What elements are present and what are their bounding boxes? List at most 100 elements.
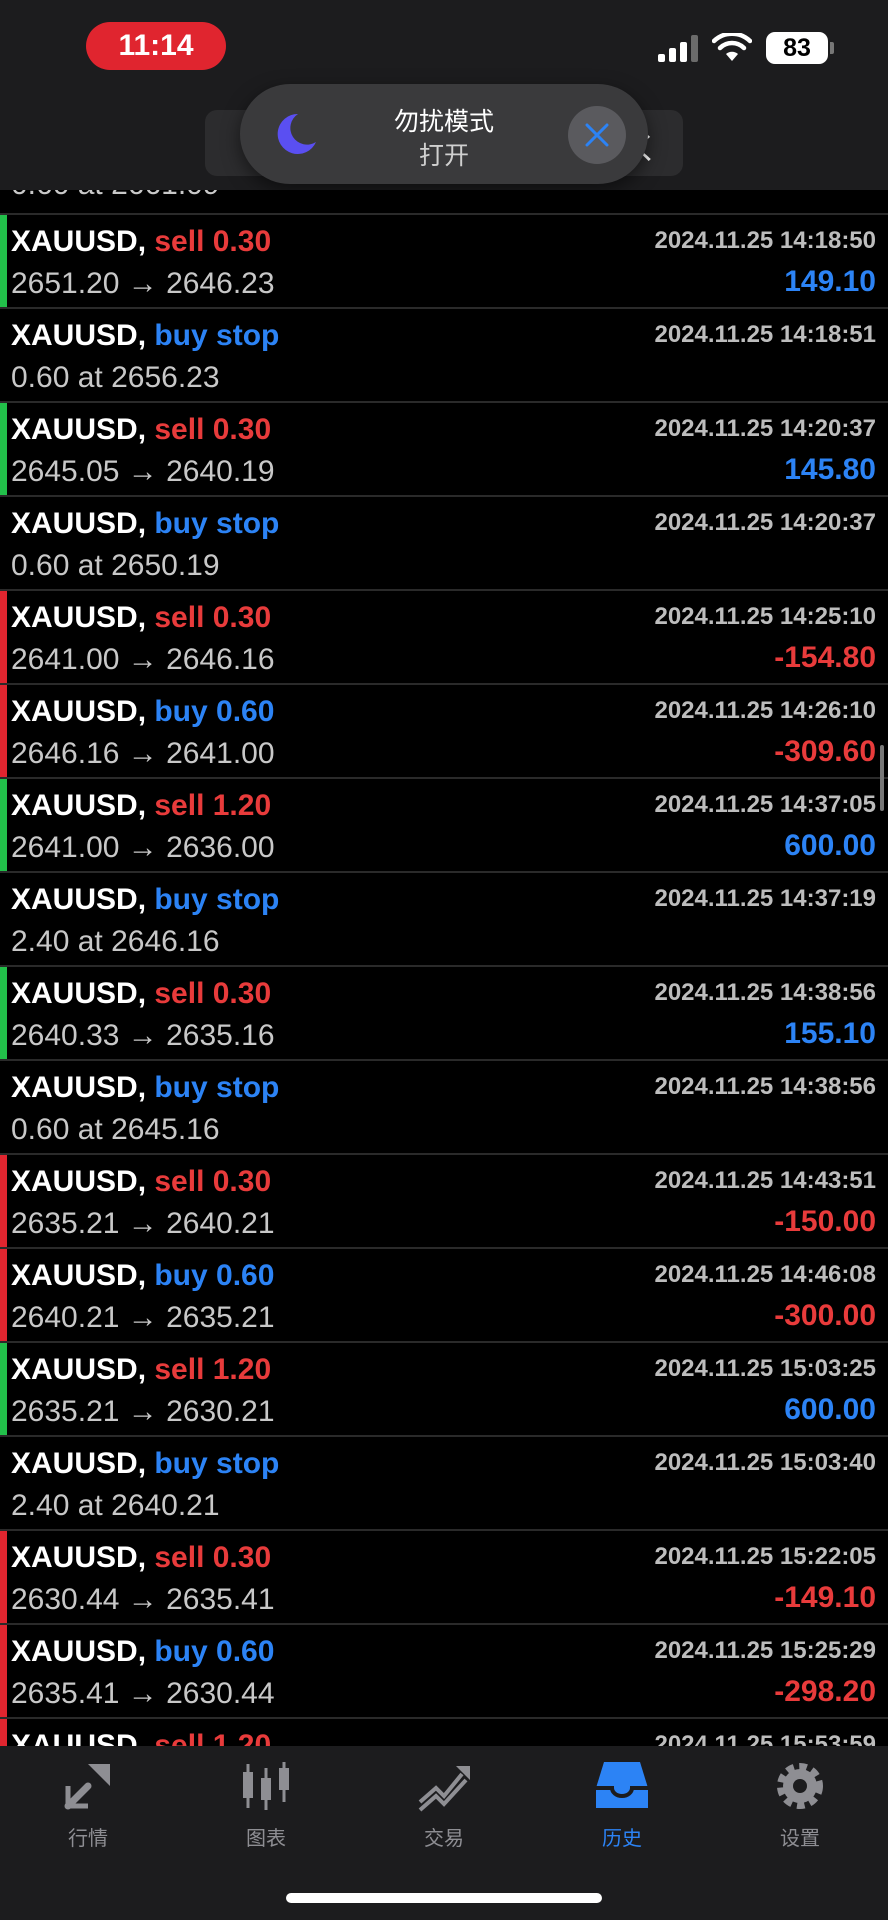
dnd-close-button[interactable] [568, 106, 626, 164]
trade-prices: 2.40 at 2640.21 [11, 1489, 220, 1522]
loss-indicator-bar [0, 685, 7, 777]
trade-row[interactable]: XAUUSD, buy 0.60 2635.41 → 2630.44 2024.11… [0, 1625, 888, 1719]
trade-time: 2024.11.25 15:25:29 [654, 1637, 876, 1664]
trade-row[interactable]: XAUUSD, buy stop 0.60 at 2656.23 2024.11.2… [0, 309, 888, 403]
trade-heading: XAUUSD, buy stop [11, 319, 279, 353]
trade-symbol: XAUUSD [11, 789, 138, 822]
tab-label: 交易 [424, 1828, 464, 1850]
tab-quotes[interactable]: 行情 [33, 1758, 143, 1851]
trade-heading: XAUUSD, sell 0.30 [11, 977, 271, 1011]
trade-time: 2024.11.25 14:20:37 [654, 509, 876, 536]
comma-separator: , [137, 319, 155, 352]
home-indicator[interactable] [286, 1893, 602, 1903]
tab-history[interactable]: 历史 [567, 1758, 677, 1851]
trade-heading: XAUUSD, sell 0.30 [11, 225, 271, 259]
trade-row[interactable]: XAUUSD, sell 1.20 2635.21 → 2630.21 2024.1… [0, 1343, 888, 1437]
trade-row[interactable]: XAUUSD, sell 0.30 2645.05 → 2640.19 2024.1… [0, 403, 888, 497]
trade-time: 2024.11.25 15:03:25 [654, 1355, 876, 1382]
trade-row[interactable]: XAUUSD, buy 0.60 2646.16 → 2641.00 2024.11… [0, 685, 888, 779]
list-item-partial[interactable]: 0.60 at 2661.09 [0, 190, 888, 215]
trade-type: sell 1.20 [154, 1729, 272, 1746]
profit-indicator-bar [0, 779, 7, 871]
comma-separator: , [137, 1541, 155, 1574]
history-list[interactable]: 0.60 at 2661.09 XAUUSD, sell 0.30 2651.20… [0, 190, 888, 1746]
tab-chart[interactable]: 图表 [211, 1758, 321, 1851]
trade-row[interactable]: XAUUSD, sell 0.30 2635.21 → 2640.21 2024.1… [0, 1155, 888, 1249]
trade-time: 2024.11.25 14:20:37 [654, 415, 876, 442]
trade-heading: XAUUSD, sell 0.30 [11, 413, 271, 447]
trade-type: buy stop [154, 1071, 280, 1104]
trade-row[interactable]: XAUUSD, sell 0.30 2641.00 → 2646.16 2024.1… [0, 591, 888, 685]
trade-symbol: XAUUSD [11, 1259, 138, 1292]
trade-row[interactable]: XAUUSD, sell 1.20 2641.00 → 2636.00 2024.1… [0, 779, 888, 873]
wifi-icon [712, 33, 752, 61]
gear-icon [777, 1763, 823, 1809]
comma-separator: , [137, 1635, 155, 1668]
trade-symbol: XAUUSD [11, 319, 138, 352]
trade-heading: XAUUSD, buy 0.60 [11, 695, 274, 729]
trade-time: 2024.11.25 14:18:50 [654, 227, 876, 254]
loss-indicator-bar [0, 591, 7, 683]
scrollbar[interactable] [880, 745, 884, 811]
trade-profit: 600.00 [784, 829, 876, 862]
trade-heading: XAUUSD, sell 0.30 [11, 1165, 271, 1199]
trade-time: 2024.11.25 14:38:56 [654, 979, 876, 1006]
comma-separator: , [137, 225, 155, 258]
trade-prices: 2646.16 → 2641.00 [11, 737, 275, 770]
trade-row[interactable]: XAUUSD, sell 0.30 2640.33 → 2635.16 2024.1… [0, 967, 888, 1061]
trade-row[interactable]: XAUUSD, sell 0.30 2630.44 → 2635.41 2024.1… [0, 1531, 888, 1625]
status-indicators: 83 [658, 32, 834, 64]
comma-separator: , [137, 1165, 155, 1198]
trade-row[interactable]: XAUUSD, buy stop 2.40 at 2640.21 2024.11.2… [0, 1437, 888, 1531]
trade-type: buy 0.60 [154, 1259, 275, 1292]
trade-profit: -309.60 [774, 735, 876, 768]
trade-time: 2024.11.25 14:46:08 [654, 1261, 876, 1288]
trade-symbol: XAUUSD [11, 413, 138, 446]
trade-row[interactable]: XAUUSD, buy 0.60 2640.21 → 2635.21 2024.11… [0, 1249, 888, 1343]
trade-row[interactable]: XAUUSD, sell 1.20 2024.11.25 15:53:59 [0, 1719, 888, 1746]
trade-prices: 2630.44 → 2635.41 [11, 1583, 275, 1616]
trade-profit: 155.10 [784, 1017, 876, 1050]
trade-row[interactable]: XAUUSD, buy stop 2.40 at 2646.16 2024.11.2… [0, 873, 888, 967]
loss-indicator-bar [0, 1249, 7, 1341]
trade-prices: 2651.20 → 2646.23 [11, 267, 275, 300]
trade-type: sell 0.30 [154, 1165, 272, 1198]
battery-level: 83 [783, 33, 811, 62]
trade-profit: -150.00 [774, 1205, 876, 1238]
trade-prices: 2.40 at 2646.16 [11, 925, 220, 958]
trade-heading: XAUUSD, buy stop [11, 883, 279, 917]
loss-indicator-bar [0, 1719, 7, 1746]
trade-heading: XAUUSD, buy 0.60 [11, 1635, 274, 1669]
trade-prices: 2635.21 → 2630.21 [11, 1395, 275, 1428]
tab-settings[interactable]: 设置 [745, 1758, 855, 1851]
cellular-signal-icon [658, 34, 698, 62]
trade-time: 2024.11.25 14:38:56 [654, 1073, 876, 1100]
trade-prices: 2635.21 → 2640.21 [11, 1207, 275, 1240]
trade-row[interactable]: XAUUSD, buy stop 0.60 at 2650.19 2024.11.2… [0, 497, 888, 591]
trade-symbol: XAUUSD [11, 1541, 138, 1574]
trade-row[interactable]: XAUUSD, buy stop 0.60 at 2645.16 2024.11.2… [0, 1061, 888, 1155]
trade-prices: 2645.05 → 2640.19 [11, 455, 275, 488]
trade-profit: -154.80 [774, 641, 876, 674]
header-area: 11:14 83 く 勿扰模式 打开 [0, 0, 888, 190]
trade-heading: XAUUSD, sell 1.20 [11, 789, 271, 823]
comma-separator: , [137, 1729, 155, 1746]
trade-row[interactable]: XAUUSD, sell 0.30 2651.20 → 2646.23 2024.1… [0, 215, 888, 309]
dnd-banner[interactable]: 勿扰模式 打开 [240, 84, 648, 184]
comma-separator: , [137, 695, 155, 728]
tab-label: 图表 [246, 1828, 286, 1850]
trade-type: buy stop [154, 1447, 280, 1480]
profit-indicator-bar [0, 1343, 7, 1435]
trade-heading: XAUUSD, sell 1.20 [11, 1353, 271, 1387]
trade-type: sell 0.30 [154, 601, 272, 634]
status-time: 11:14 [118, 29, 194, 62]
trade-heading: XAUUSD, buy stop [11, 1447, 279, 1481]
tab-trade[interactable]: 交易 [389, 1758, 499, 1851]
status-time-pill[interactable]: 11:14 [86, 22, 226, 70]
trade-time: 2024.11.25 15:03:40 [654, 1449, 876, 1476]
trade-time: 2024.11.25 14:18:51 [654, 321, 876, 348]
trade-symbol: XAUUSD [11, 225, 138, 258]
trade-profit: 145.80 [784, 453, 876, 486]
trade-prices: 2641.00 → 2646.16 [11, 643, 275, 676]
trade-heading: XAUUSD, sell 1.20 [11, 1729, 271, 1746]
